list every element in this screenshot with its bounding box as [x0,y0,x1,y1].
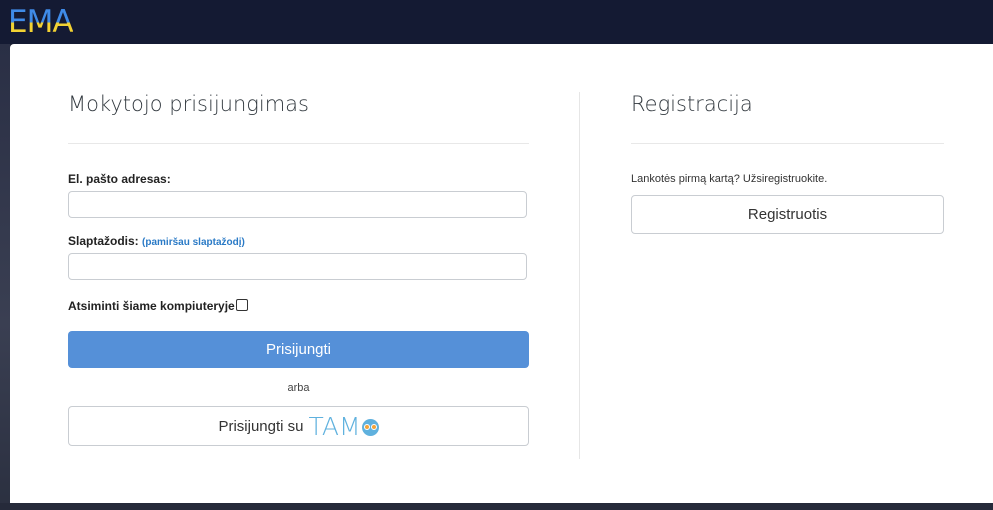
email-label: El. pašto adresas: [68,172,171,186]
login-card: Mokytojo prisijungimas El. pašto adresas… [10,44,993,503]
background-bottom [0,503,993,510]
remember-row: Atsiminti šiame kompiuteryje [68,299,248,313]
registration-prompt: Lankotės pirmą kartą? Užsiregistruokite. [631,173,828,185]
login-divider [68,143,529,144]
ema-logo[interactable]: EMA [8,4,74,40]
register-button[interactable]: Registruotis [631,195,944,234]
background-edge [0,44,10,510]
email-field[interactable] [68,191,527,218]
password-label-row: Slaptažodis: (pamiršau slaptažodį) [68,234,245,248]
top-bar: EMA [0,0,993,44]
tamo-logo-text: TAM [308,411,361,441]
registration-title: Registracija [631,92,753,116]
tamo-logo: TAM [309,412,379,441]
login-button[interactable]: Prisijungti [68,331,529,368]
password-field[interactable] [68,253,527,280]
registration-divider [631,143,944,144]
or-separator: arba [287,382,310,394]
owl-icon [361,418,379,436]
column-divider [579,92,580,459]
remember-label: Atsiminti šiame kompiuteryje [68,299,235,313]
forgot-password-link[interactable]: (pamiršau slaptažodį) [142,237,245,248]
tamo-login-button[interactable]: Prisijungti su TAM [68,406,529,446]
remember-checkbox[interactable] [235,299,248,311]
tamo-button-label: Prisijungti su [218,417,304,435]
login-title: Mokytojo prisijungimas [68,92,309,116]
password-label: Slaptažodis: [68,234,139,248]
